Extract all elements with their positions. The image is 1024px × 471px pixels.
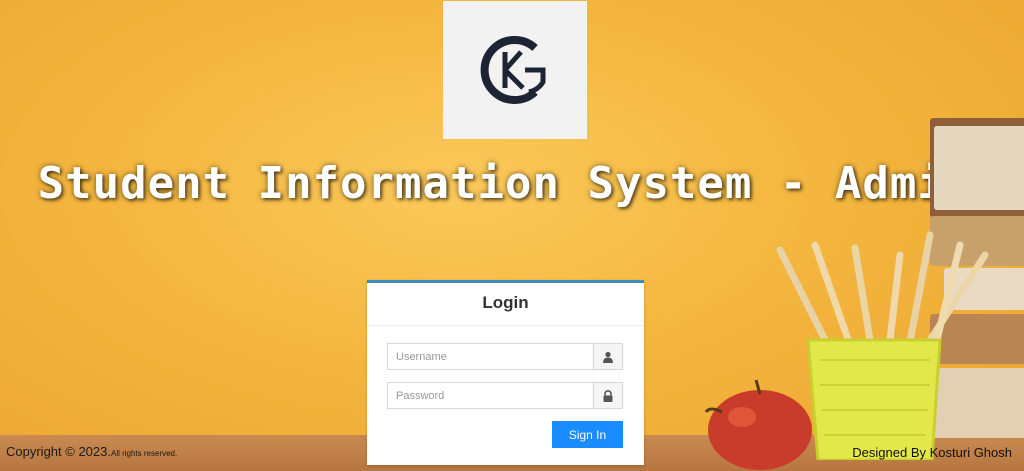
apple-illustration xyxy=(704,379,812,470)
lock-icon xyxy=(593,383,622,408)
password-field[interactable] xyxy=(387,382,623,409)
logo-container xyxy=(443,1,587,139)
rights-label: All rights reserved. xyxy=(110,449,178,458)
login-panel: Login Sign In xyxy=(367,280,644,465)
login-title: Login xyxy=(367,283,644,326)
copyright-label: Copyright © 2023. xyxy=(6,444,111,459)
username-field[interactable] xyxy=(387,343,623,370)
copyright-text: Copyright © 2023.All rights reserved. xyxy=(6,444,177,459)
page-title: Student Information System - Admin xyxy=(37,158,973,209)
kg-logo-icon xyxy=(480,36,546,104)
password-input[interactable] xyxy=(388,383,593,408)
sign-in-button[interactable]: Sign In xyxy=(552,421,623,448)
designer-credit: Designed By Kosturi Ghosh xyxy=(852,445,1012,460)
username-input[interactable] xyxy=(388,344,593,369)
user-icon xyxy=(593,344,622,369)
